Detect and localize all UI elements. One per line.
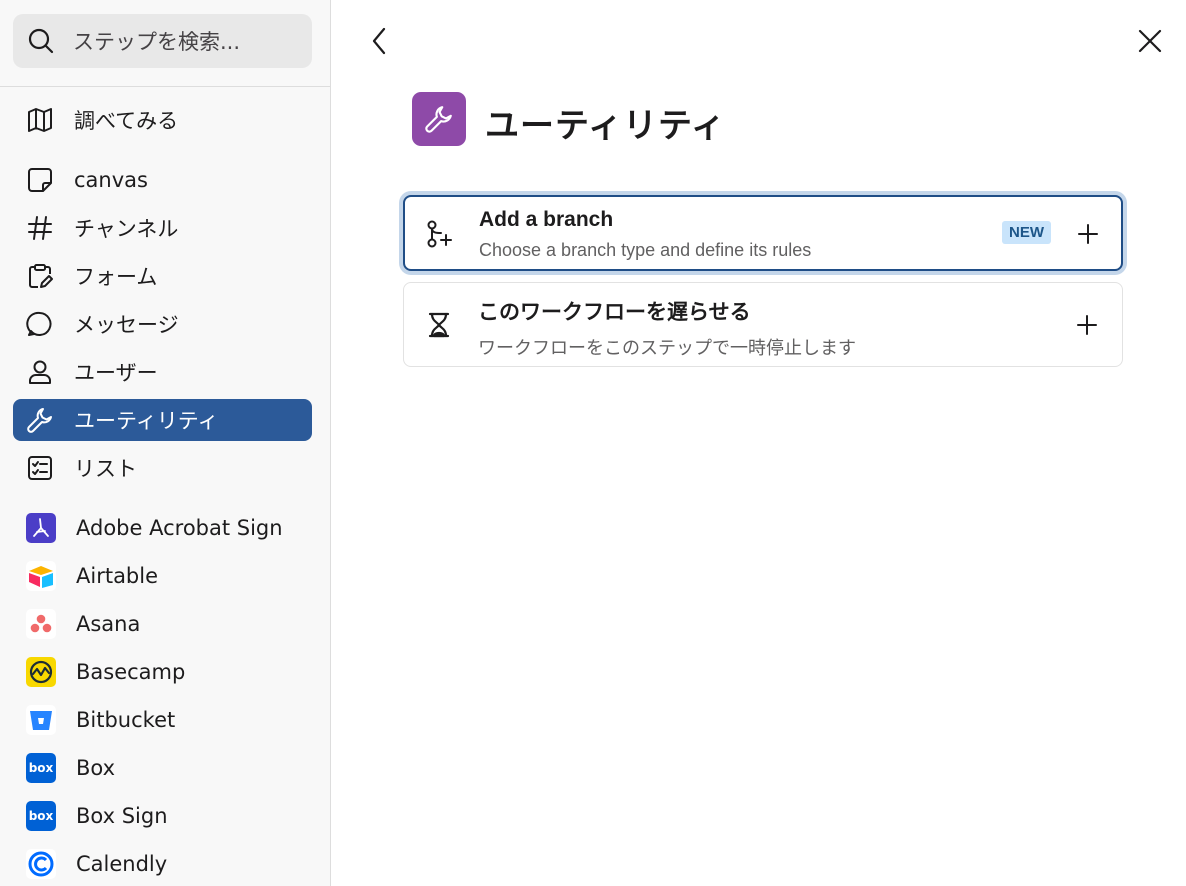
chevron-left-icon <box>372 27 386 55</box>
sidebar-item-label: ユーティリティ <box>74 409 219 433</box>
sidebar-item-label: Asana <box>76 612 141 636</box>
sidebar-item-label: Box <box>76 756 116 780</box>
sidebar-item-form[interactable]: フォーム <box>13 255 312 297</box>
basecamp-logo <box>26 657 56 687</box>
list-icon <box>26 454 54 482</box>
sidebar-item-channel[interactable]: チャンネル <box>13 207 312 249</box>
branch-icon <box>427 220 452 248</box>
asana-logo <box>26 609 56 639</box>
add-branch-card[interactable]: Add a branch Choose a branch type and de… <box>403 195 1123 271</box>
sidebar-item-label: Calendly <box>76 852 168 876</box>
box-logo: box <box>26 753 56 783</box>
sidebar-item-list[interactable]: リスト <box>13 447 312 489</box>
add-branch-button[interactable] <box>1075 221 1101 247</box>
card-title: このワークフローを遅らせる <box>478 300 751 324</box>
map-icon <box>26 106 54 134</box>
hash-icon <box>26 214 54 242</box>
utility-category-icon <box>412 92 466 146</box>
wrench-icon <box>26 406 54 434</box>
search-icon <box>28 28 54 54</box>
page-title: ユーティリティ <box>485 106 726 146</box>
sidebar-item-bitbucket[interactable]: Bitbucket <box>13 699 312 741</box>
divider <box>0 86 331 87</box>
wrench-icon <box>425 106 452 133</box>
hourglass-icon <box>428 312 450 338</box>
sidebar-item-canvas[interactable]: canvas <box>13 159 312 201</box>
card-subtitle: Choose a branch type and define its rule… <box>479 240 812 260</box>
airtable-logo <box>26 561 56 591</box>
canvas-icon <box>26 166 54 194</box>
close-icon <box>1138 29 1162 53</box>
main-panel: ユーティリティ Add a branch Choose a branch typ… <box>331 0 1186 886</box>
sidebar-item-label: リスト <box>74 457 137 481</box>
sidebar-item-label: チャンネル <box>74 217 179 241</box>
sidebar-item-user[interactable]: ユーザー <box>13 351 312 393</box>
close-button[interactable] <box>1133 24 1167 58</box>
sidebar-item-box-sign[interactable]: box Box Sign <box>13 795 312 837</box>
search-input[interactable]: ステップを検索... <box>13 14 312 68</box>
box-sign-logo: box <box>26 801 56 831</box>
message-icon <box>26 310 54 338</box>
sidebar-item-utility[interactable]: ユーティリティ <box>13 399 312 441</box>
add-delay-button[interactable] <box>1074 312 1100 338</box>
sidebar-item-message[interactable]: メッセージ <box>13 303 312 345</box>
delay-workflow-card[interactable]: このワークフローを遅らせる ワークフローをこのステップで一時停止します <box>403 282 1123 367</box>
plus-icon <box>1078 224 1098 244</box>
sidebar: ステップを検索... 調べてみる canvas チャンネル フォーム メッセージ… <box>0 0 331 886</box>
sidebar-item-calendly[interactable]: Calendly <box>13 843 312 885</box>
sidebar-item-asana[interactable]: Asana <box>13 603 312 645</box>
sidebar-item-label: Basecamp <box>76 660 186 684</box>
sidebar-item-label: Airtable <box>76 564 159 588</box>
sidebar-item-label: canvas <box>74 168 148 192</box>
sidebar-item-adobe-acrobat-sign[interactable]: Adobe Acrobat Sign <box>13 507 312 549</box>
back-button[interactable] <box>363 24 395 58</box>
sidebar-item-label: メッセージ <box>74 313 179 337</box>
plus-icon <box>1077 315 1097 335</box>
card-subtitle: ワークフローをこのステップで一時停止します <box>478 338 856 359</box>
sidebar-item-label: Bitbucket <box>76 708 176 732</box>
calendly-logo <box>26 849 56 879</box>
card-title: Add a branch <box>479 208 614 231</box>
user-icon <box>26 358 54 386</box>
new-badge: NEW <box>1002 221 1051 244</box>
adobe-acrobat-sign-logo <box>26 513 56 543</box>
sidebar-item-box[interactable]: box Box <box>13 747 312 789</box>
sidebar-item-label: Box Sign <box>76 804 168 828</box>
sidebar-item-label: 調べてみる <box>74 109 179 133</box>
sidebar-item-airtable[interactable]: Airtable <box>13 555 312 597</box>
bitbucket-logo <box>26 705 56 735</box>
sidebar-item-label: Adobe Acrobat Sign <box>76 516 283 540</box>
form-icon <box>26 262 54 290</box>
sidebar-item-label: ユーザー <box>74 361 158 385</box>
sidebar-item-explore[interactable]: 調べてみる <box>13 99 312 141</box>
sidebar-item-label: フォーム <box>74 265 158 289</box>
search-placeholder: ステップを検索... <box>73 30 241 54</box>
sidebar-item-basecamp[interactable]: Basecamp <box>13 651 312 693</box>
